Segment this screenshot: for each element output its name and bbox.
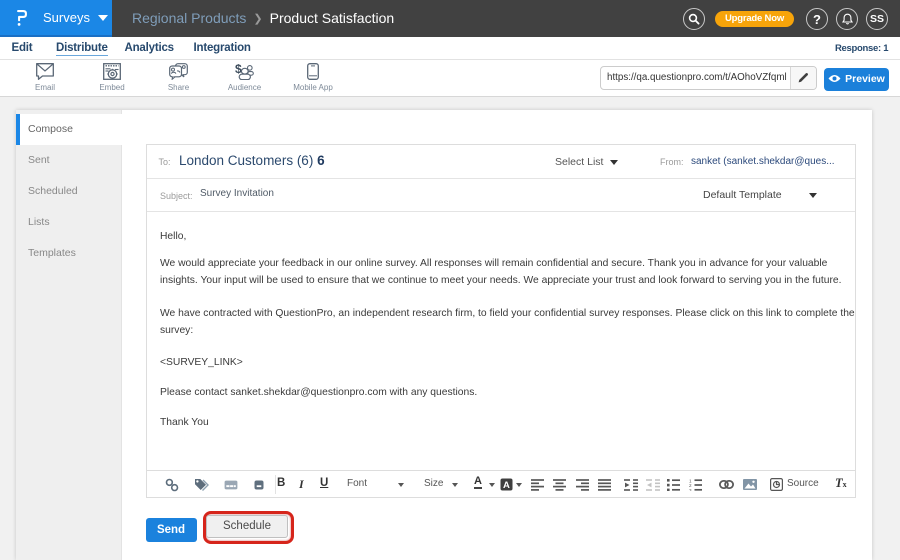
svg-text:A: A bbox=[503, 480, 510, 491]
svg-text:3: 3 bbox=[689, 488, 692, 491]
